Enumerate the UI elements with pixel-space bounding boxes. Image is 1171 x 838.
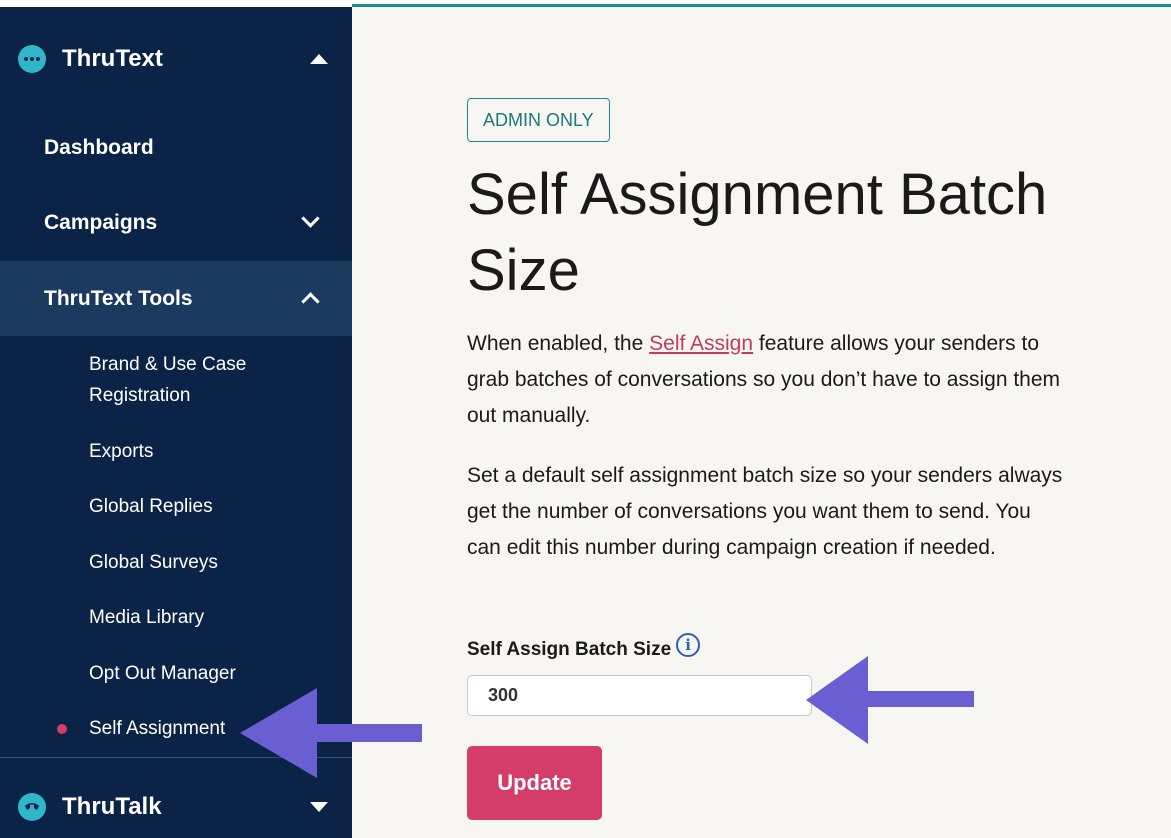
- caret-up-icon[interactable]: [310, 54, 328, 64]
- sidebar-brand-thrutext[interactable]: ThruText: [0, 29, 352, 89]
- sidebar-subitem-opt-out-manager[interactable]: Opt Out Manager: [89, 658, 236, 689]
- chat-dots-icon: [18, 45, 46, 73]
- p1-text-before: When enabled, the: [467, 332, 650, 355]
- sidebar-subitem-global-surveys[interactable]: Global Surveys: [89, 547, 218, 578]
- brand-label-thrutalk: ThruTalk: [62, 793, 162, 820]
- arrow-left-icon: [240, 688, 422, 778]
- info-icon[interactable]: i: [676, 633, 701, 657]
- page-title: Self Assignment Batch Size: [467, 157, 1067, 309]
- sidebar-subitem-brand-registration-line2[interactable]: Registration: [89, 380, 190, 411]
- sidebar-item-label: ThruText Tools: [44, 286, 193, 310]
- chevron-down-icon[interactable]: [301, 209, 320, 228]
- sidebar-item-campaigns[interactable]: Campaigns: [0, 185, 352, 260]
- sidebar-subitem-global-replies[interactable]: Global Replies: [89, 491, 213, 522]
- page-title-line1: Self Assignment Batch: [467, 162, 1048, 227]
- sidebar-item-label: Campaigns: [44, 210, 158, 234]
- top-accent-line: [0, 0, 1171, 7]
- admin-only-badge: ADMIN ONLY: [467, 98, 610, 142]
- sidebar-brand-thrutalk[interactable]: ThruTalk: [0, 777, 352, 837]
- main-content: ADMIN ONLY Self Assignment Batch Size Wh…: [352, 7, 1171, 838]
- sidebar-subitem-exports[interactable]: Exports: [89, 436, 153, 467]
- active-indicator-dot: [57, 724, 67, 734]
- batch-size-label-text: Self Assign Batch Size: [467, 639, 672, 660]
- sidebar-item-dashboard[interactable]: Dashboard: [0, 110, 352, 185]
- sidebar-subitem-brand-registration[interactable]: Brand & Use Case: [89, 349, 246, 380]
- arrow-left-icon: [806, 656, 974, 744]
- page-title-line2: Size: [467, 238, 580, 303]
- phone-icon: [18, 793, 46, 821]
- chevron-up-icon[interactable]: [301, 292, 320, 311]
- sidebar-item-thrutext-tools[interactable]: ThruText Tools: [0, 261, 352, 336]
- self-assign-link[interactable]: Self Assign: [649, 332, 753, 355]
- brand-label-thrutext: ThruText: [62, 45, 163, 72]
- sidebar-subitem-media-library[interactable]: Media Library: [89, 602, 204, 633]
- sidebar-subitem-self-assignment[interactable]: Self Assignment: [89, 713, 225, 744]
- update-button[interactable]: Update: [467, 746, 602, 820]
- caret-down-icon[interactable]: [310, 802, 328, 812]
- batch-size-input[interactable]: [467, 675, 812, 716]
- description-paragraph-2: Set a default self assignment batch size…: [467, 464, 1063, 559]
- description-paragraph-1: When enabled, the Self Assign feature al…: [467, 326, 1067, 434]
- sidebar-item-label: Dashboard: [44, 135, 154, 159]
- batch-size-label: Self Assign Batch Size i: [467, 633, 701, 661]
